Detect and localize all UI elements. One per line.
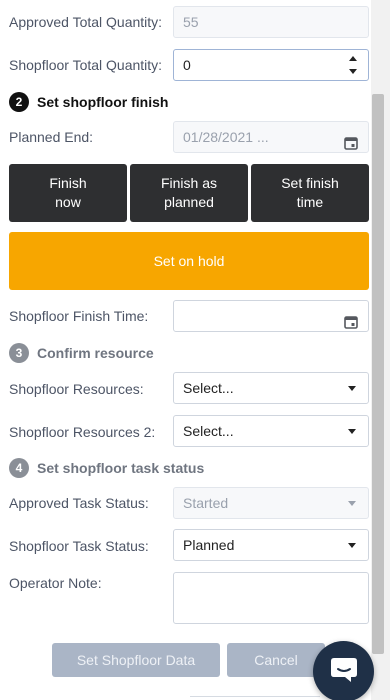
shopfloor-resources-label: Shopfloor Resources: — [9, 381, 144, 397]
chevron-down-icon — [348, 543, 356, 548]
set-finish-time-button[interactable]: Set finish time — [251, 164, 369, 222]
step-3-title: Confirm resource — [37, 345, 154, 361]
shopfloor-total-quantity-label: Shopfloor Total Quantity: — [9, 57, 163, 73]
step-2-number: 2 — [9, 92, 29, 112]
shopfloor-task-status-selected: Planned — [183, 537, 235, 553]
finish-as-planned-button[interactable]: Finish as planned — [130, 164, 248, 222]
finish-now-button[interactable]: Finish now — [9, 164, 127, 222]
shopfloor-finish-time-label: Shopfloor Finish Time: — [9, 308, 149, 324]
set-shopfloor-data-button[interactable]: Set Shopfloor Data — [52, 643, 220, 677]
planned-end-field: 01/28/2021 ... — [173, 121, 369, 153]
chevron-down-icon — [348, 386, 356, 391]
step-2-title: Set shopfloor finish — [37, 94, 169, 110]
calendar-icon[interactable] — [344, 309, 358, 329]
calendar-icon — [344, 130, 358, 150]
shopfloor-total-quantity-value: 0 — [183, 57, 191, 73]
operator-note-textarea[interactable] — [173, 572, 369, 624]
step-4-title: Set shopfloor task status — [37, 460, 205, 476]
planned-end-value: 01/28/2021 ... — [183, 129, 269, 145]
chevron-down-icon — [348, 429, 356, 434]
footer-divider — [190, 696, 320, 700]
approved-task-status-label: Approved Task Status: — [9, 495, 149, 511]
approved-total-quantity-value: 55 — [183, 14, 199, 30]
set-on-hold-button[interactable]: Set on hold — [9, 232, 369, 290]
chat-button[interactable] — [313, 641, 374, 700]
step-4-number: 4 — [9, 458, 29, 478]
shopfloor-task-status-select[interactable]: Planned — [173, 529, 369, 561]
step-3-heading: 3 Confirm resource — [9, 343, 154, 363]
step-4-heading: 4 Set shopfloor task status — [9, 458, 204, 478]
shopfloor-resources-select[interactable]: Select... — [173, 372, 369, 404]
spinner-arrows-icon[interactable] — [349, 54, 357, 76]
approved-task-status-select: Started — [173, 487, 369, 519]
shopfloor-resources-2-label: Shopfloor Resources 2: — [9, 424, 156, 440]
shopfloor-total-quantity-input[interactable]: 0 — [173, 49, 369, 81]
shopfloor-finish-time-input[interactable] — [173, 300, 369, 332]
approved-task-status-selected: Started — [183, 495, 229, 511]
operator-note-label: Operator Note: — [9, 575, 102, 591]
scrollbar-thumb[interactable] — [372, 94, 384, 654]
cancel-button[interactable]: Cancel — [227, 643, 325, 677]
shopfloor-task-status-label: Shopfloor Task Status: — [9, 538, 149, 554]
step-2-heading: 2 Set shopfloor finish — [9, 92, 168, 112]
approved-total-quantity-field: 55 — [173, 6, 369, 38]
shopfloor-resources-2-selected: Select... — [183, 423, 234, 439]
shopfloor-resources-2-select[interactable]: Select... — [173, 415, 369, 447]
step-3-number: 3 — [9, 343, 29, 363]
approved-total-quantity-label: Approved Total Quantity: — [9, 14, 163, 30]
shopfloor-resources-selected: Select... — [183, 380, 234, 396]
chevron-down-icon — [348, 501, 356, 506]
planned-end-label: Planned End: — [9, 129, 94, 145]
chat-icon — [329, 656, 359, 687]
